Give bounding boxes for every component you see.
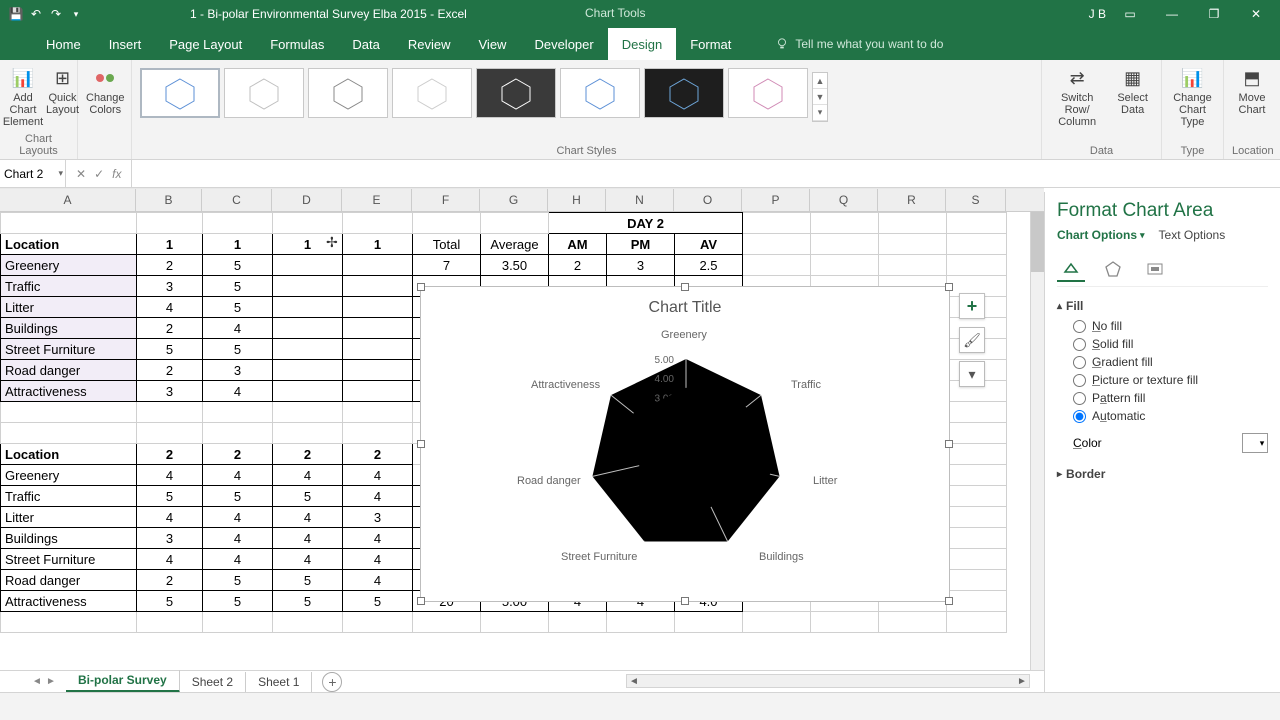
fill-nofill[interactable]: No fill [1073, 319, 1268, 333]
status-bar [0, 692, 1280, 720]
add-chart-element-icon: 📊 [7, 64, 39, 92]
chart-style-1[interactable] [140, 68, 220, 118]
gallery-scroll[interactable]: ▲▼▾ [812, 72, 828, 122]
group-label: Chart Layouts [8, 133, 69, 159]
new-sheet-button[interactable]: + [322, 672, 342, 692]
sheet-nav-prev[interactable]: ◄ [30, 676, 44, 687]
ribbon: 📊Add Chart Element ⊞Quick Layout Chart L… [0, 60, 1280, 160]
border-section-header[interactable]: ▸Border [1057, 467, 1268, 481]
change-chart-type-icon: 📊 [1177, 64, 1209, 92]
chart-style-4[interactable] [392, 68, 472, 118]
bulb-icon [775, 37, 789, 51]
fx-icon[interactable]: fx [112, 167, 121, 181]
chart-style-6[interactable] [560, 68, 640, 118]
switch-row-column-icon: ⇄ [1061, 64, 1093, 92]
format-pane: Format Chart Area Chart Options▾ Text Op… [1044, 192, 1280, 692]
tell-me-search[interactable]: Tell me what you want to do [775, 28, 943, 60]
chart-options-tab[interactable]: Chart Options▾ [1057, 228, 1145, 242]
group-label: Location [1232, 145, 1272, 159]
fill-section-header[interactable]: ▴Fill [1057, 299, 1268, 313]
tab-developer[interactable]: Developer [520, 28, 607, 60]
tab-home[interactable]: Home [32, 28, 95, 60]
switch-row-column-button[interactable]: ⇄Switch Row/ Column [1050, 64, 1104, 128]
contextual-tab-label: Chart Tools [585, 6, 645, 20]
sheet-nav-next[interactable]: ► [44, 676, 58, 687]
formula-bar: Chart 2▾ ✕ ✓ fx [0, 160, 1280, 188]
minimize-button[interactable]: — [1154, 2, 1190, 26]
format-pane-title: Format Chart Area [1057, 200, 1268, 222]
quick-layout-button[interactable]: ⊞Quick Layout [46, 64, 79, 116]
move-chart-button[interactable]: ⬒Move Chart [1232, 64, 1272, 116]
tab-view[interactable]: View [465, 28, 521, 60]
fill-automatic[interactable]: Automatic [1073, 409, 1268, 423]
ribbon-tabs: Home Insert Page Layout Formulas Data Re… [0, 28, 1280, 60]
ribbon-display-icon[interactable]: ▭ [1112, 2, 1148, 26]
tab-design[interactable]: Design [608, 28, 676, 60]
sheet-tab-2[interactable]: Sheet 2 [180, 672, 246, 692]
title-bar: 💾 ↶ ↷ ▾ 1 - Bi-polar Environmental Surve… [0, 0, 1280, 28]
tab-formulas[interactable]: Formulas [256, 28, 338, 60]
add-chart-element-button[interactable]: 📊Add Chart Element [8, 64, 38, 128]
move-chart-icon: ⬒ [1236, 64, 1268, 92]
fill-line-icon[interactable] [1057, 256, 1085, 282]
cancel-formula-icon[interactable]: ✕ [76, 167, 86, 181]
redo-icon[interactable]: ↷ [48, 6, 64, 22]
chart-styles-button[interactable]: 🖌 [959, 327, 985, 353]
vertical-scrollbar[interactable] [1030, 212, 1044, 672]
svg-text:4.00: 4.00 [655, 374, 675, 385]
sheet-tab-1[interactable]: Sheet 1 [246, 672, 312, 692]
save-icon[interactable]: 💾 [8, 6, 24, 22]
tab-page-layout[interactable]: Page Layout [155, 28, 256, 60]
change-colors-button[interactable]: Change Colors [86, 64, 125, 116]
chart-style-5[interactable] [476, 68, 556, 118]
chart-style-2[interactable] [224, 68, 304, 118]
user-name[interactable]: J B [1089, 7, 1106, 21]
qat-dropdown-icon[interactable]: ▾ [68, 6, 84, 22]
radar-plot: 0.001.002.003.004.005.00 Greenery Traffi… [501, 333, 871, 593]
chart-style-3[interactable] [308, 68, 388, 118]
chart-filter-button[interactable]: ▾ [959, 361, 985, 387]
chart-object[interactable]: Chart Title 0.001.002.003.004.005.00 Gre… [420, 286, 950, 602]
group-label: Data [1050, 145, 1153, 159]
tab-format[interactable]: Format [676, 28, 745, 60]
close-button[interactable]: ✕ [1238, 2, 1274, 26]
select-data-button[interactable]: ▦Select Data [1112, 64, 1153, 116]
horizontal-scrollbar[interactable]: ◄► [626, 674, 1030, 688]
chart-elements-button[interactable]: + [959, 293, 985, 319]
enter-formula-icon[interactable]: ✓ [94, 167, 104, 181]
fill-picture[interactable]: Picture or texture fill [1073, 373, 1268, 387]
tab-insert[interactable]: Insert [95, 28, 156, 60]
text-options-tab[interactable]: Text Options [1159, 228, 1226, 242]
fill-solid[interactable]: Solid fill [1073, 337, 1268, 351]
tab-review[interactable]: Review [394, 28, 465, 60]
tab-data[interactable]: Data [338, 28, 393, 60]
size-properties-icon[interactable] [1141, 256, 1169, 282]
restore-button[interactable]: ❐ [1196, 2, 1232, 26]
quick-layout-icon: ⊞ [47, 64, 79, 92]
column-headers[interactable]: A B C D E F G H N O P Q R S [0, 188, 1044, 212]
select-data-icon: ▦ [1117, 64, 1149, 92]
svg-text:5.00: 5.00 [655, 355, 675, 366]
change-colors-icon [89, 64, 121, 92]
effects-icon[interactable] [1099, 256, 1127, 282]
fill-pattern[interactable]: Pattern fill [1073, 391, 1268, 405]
sheet-tab-active[interactable]: Bi-polar Survey [66, 670, 180, 693]
fill-gradient[interactable]: Gradient fill [1073, 355, 1268, 369]
chart-style-7[interactable] [644, 68, 724, 118]
undo-icon[interactable]: ↶ [28, 6, 44, 22]
chart-style-8[interactable] [728, 68, 808, 118]
chart-title[interactable]: Chart Title [421, 299, 949, 317]
document-title: 1 - Bi-polar Environmental Survey Elba 2… [190, 7, 467, 21]
name-box[interactable]: Chart 2▾ [0, 160, 66, 187]
change-chart-type-button[interactable]: 📊Change Chart Type [1170, 64, 1215, 128]
sheet-tabs: ◄ ► Bi-polar Survey Sheet 2 Sheet 1 + ◄► [0, 670, 1044, 692]
group-label: Type [1170, 145, 1215, 159]
chart-style-gallery: ▲▼▾ [140, 64, 1033, 145]
group-label: Chart Styles [140, 145, 1033, 159]
fill-color-picker[interactable]: ▾ [1242, 433, 1268, 453]
